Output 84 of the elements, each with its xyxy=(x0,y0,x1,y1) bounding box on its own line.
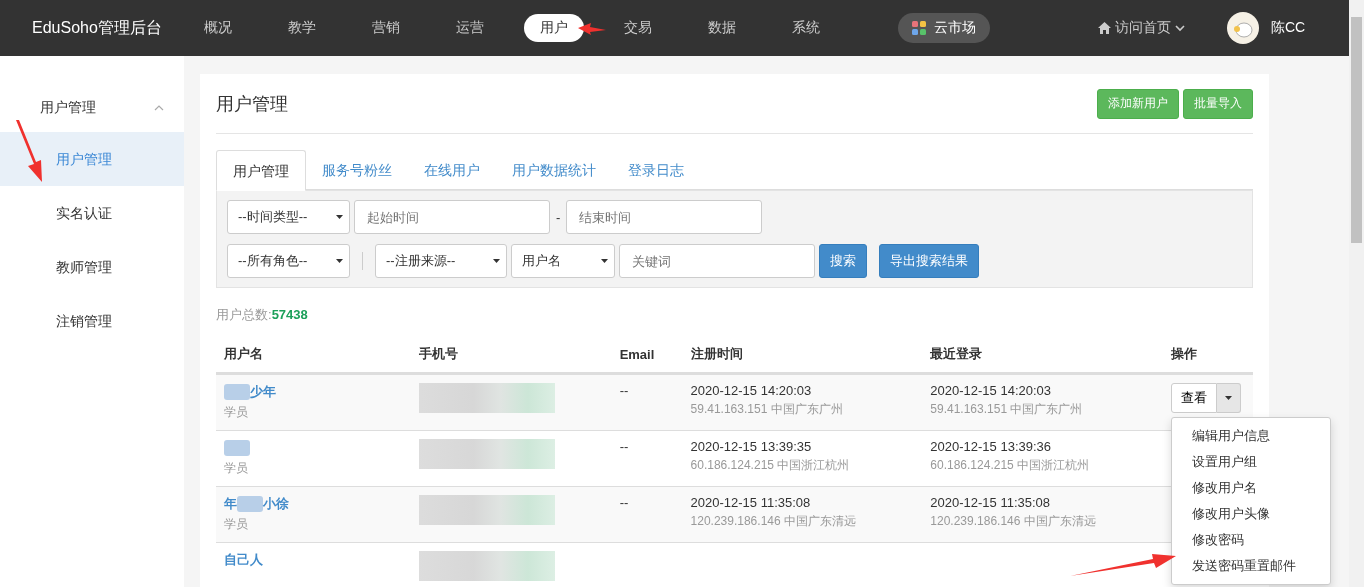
market-button[interactable]: 云市场 xyxy=(898,13,990,43)
nav-item[interactable]: 运营 xyxy=(448,14,492,42)
caret-icon xyxy=(1225,396,1233,400)
sidebar-item[interactable]: 注销管理 xyxy=(0,294,184,348)
email-cell-text: -- xyxy=(619,383,630,398)
user-role: 学员 xyxy=(224,516,249,533)
tab[interactable]: 服务号粉丝 xyxy=(306,150,408,189)
grid-icon xyxy=(912,21,926,35)
brand-title[interactable]: EduSoho管理后台 xyxy=(32,17,176,39)
nav-item[interactable]: 教学 xyxy=(280,14,324,42)
menu-item[interactable]: 发送密码重置邮件 xyxy=(1172,553,1331,579)
search-button[interactable]: 搜索 xyxy=(819,244,867,278)
ip-location-text: 59.41.163.151 中国广东广州 xyxy=(930,401,1084,418)
chevron-down-icon xyxy=(1175,24,1185,32)
column-header: Email xyxy=(618,346,656,362)
menu-item[interactable]: 编辑用户信息 xyxy=(1172,423,1331,449)
annotation-arrow xyxy=(578,22,606,36)
user-role: 学员 xyxy=(224,460,249,477)
page-title: 用户管理 xyxy=(216,92,288,116)
input-field[interactable]: 起始时间 xyxy=(354,200,550,234)
avatar-icon xyxy=(1227,12,1259,44)
email-cell-text: -- xyxy=(619,439,630,454)
tab[interactable]: 在线用户 xyxy=(408,150,496,189)
caret-icon xyxy=(601,259,608,263)
ip-location-text: 120.239.186.146 中国广东清远 xyxy=(930,513,1097,530)
caret-icon xyxy=(493,259,500,263)
tab[interactable]: 用户数据统计 xyxy=(496,150,612,189)
ip-location-text: 120.239.186.146 中国广东清远 xyxy=(690,513,857,530)
select-field[interactable]: 用户名 xyxy=(511,244,615,278)
nav-item[interactable]: 交易 xyxy=(616,14,660,42)
home-link[interactable]: 访问首页 xyxy=(1098,19,1185,37)
column-header: 注册时间 xyxy=(689,345,744,363)
select-field[interactable]: --注册来源-- xyxy=(375,244,507,278)
time-text: 2020-12-15 13:39:35 xyxy=(690,439,813,454)
time-text: 2020-12-15 11:35:08 xyxy=(930,495,1052,510)
tab[interactable]: 用户管理 xyxy=(216,150,306,191)
input-field[interactable]: 结束时间 xyxy=(566,200,763,234)
home-icon xyxy=(1098,22,1111,34)
time-text: 2020-12-15 14:20:03 xyxy=(690,383,813,398)
column-header: 用户名 xyxy=(223,345,264,363)
time-text: 2020-12-15 11:35:08 xyxy=(690,495,812,510)
user-name-link[interactable]: 小徐 xyxy=(263,495,289,513)
caret-icon xyxy=(336,215,343,219)
ip-location-text: 60.186.124.215 中国浙江杭州 xyxy=(930,457,1091,474)
annotation-arrow xyxy=(14,120,44,182)
ip-location-text: 59.41.163.151 中国广东广州 xyxy=(690,401,844,418)
sidebar-group[interactable]: 用户管理 xyxy=(0,84,184,132)
select-field[interactable]: --所有角色-- xyxy=(227,244,350,278)
nav-item[interactable]: 数据 xyxy=(700,14,744,42)
menu-item[interactable]: 修改用户头像 xyxy=(1172,501,1331,527)
scrollbar[interactable] xyxy=(1349,0,1364,587)
menu-item[interactable]: 修改密码 xyxy=(1172,527,1331,553)
time-text: 2020-12-15 13:39:36 xyxy=(930,439,1053,454)
dropdown-toggle[interactable] xyxy=(1217,383,1242,413)
blurred-name xyxy=(224,440,250,456)
column-header: 最近登录 xyxy=(929,345,984,363)
blurred-name xyxy=(237,496,263,512)
tab[interactable]: 登录日志 xyxy=(612,150,700,189)
total-label: 用户总数: xyxy=(216,307,272,322)
column-header: 操作 xyxy=(1170,345,1199,363)
column-header: 手机号 xyxy=(417,345,459,363)
menu-item[interactable]: 设置用户组 xyxy=(1172,449,1331,475)
user-name[interactable]: 陈CC xyxy=(1271,19,1306,37)
select-field[interactable]: --时间类型-- xyxy=(227,200,350,234)
export-button[interactable]: 导出搜索结果 xyxy=(879,244,979,278)
nav-item[interactable]: 概况 xyxy=(196,14,240,42)
user-role: 学员 xyxy=(224,404,249,421)
blurred-name xyxy=(224,384,250,400)
time-text: 2020-12-15 14:20:03 xyxy=(930,383,1053,398)
view-button[interactable]: 查看 xyxy=(1171,383,1218,413)
sidebar-item[interactable]: 实名认证 xyxy=(0,186,184,240)
ip-location-text: 60.186.124.215 中国浙江杭州 xyxy=(690,457,851,474)
menu-item[interactable]: 修改用户名 xyxy=(1172,475,1331,501)
caret-icon xyxy=(336,259,343,263)
nav-item[interactable]: 用户 xyxy=(524,14,584,42)
user-name-link[interactable]: 自己人 xyxy=(224,551,263,569)
separator-text: - xyxy=(555,209,562,225)
nav-item[interactable]: 系统 xyxy=(784,14,828,42)
total-count: 57438 xyxy=(271,307,308,322)
input-field[interactable]: 关键词 xyxy=(619,244,815,278)
nav-item[interactable]: 营销 xyxy=(364,14,408,42)
sidebar-item[interactable]: 教师管理 xyxy=(0,240,184,294)
email-cell-text: -- xyxy=(619,495,630,510)
user-name-link[interactable]: 少年 xyxy=(250,383,276,401)
